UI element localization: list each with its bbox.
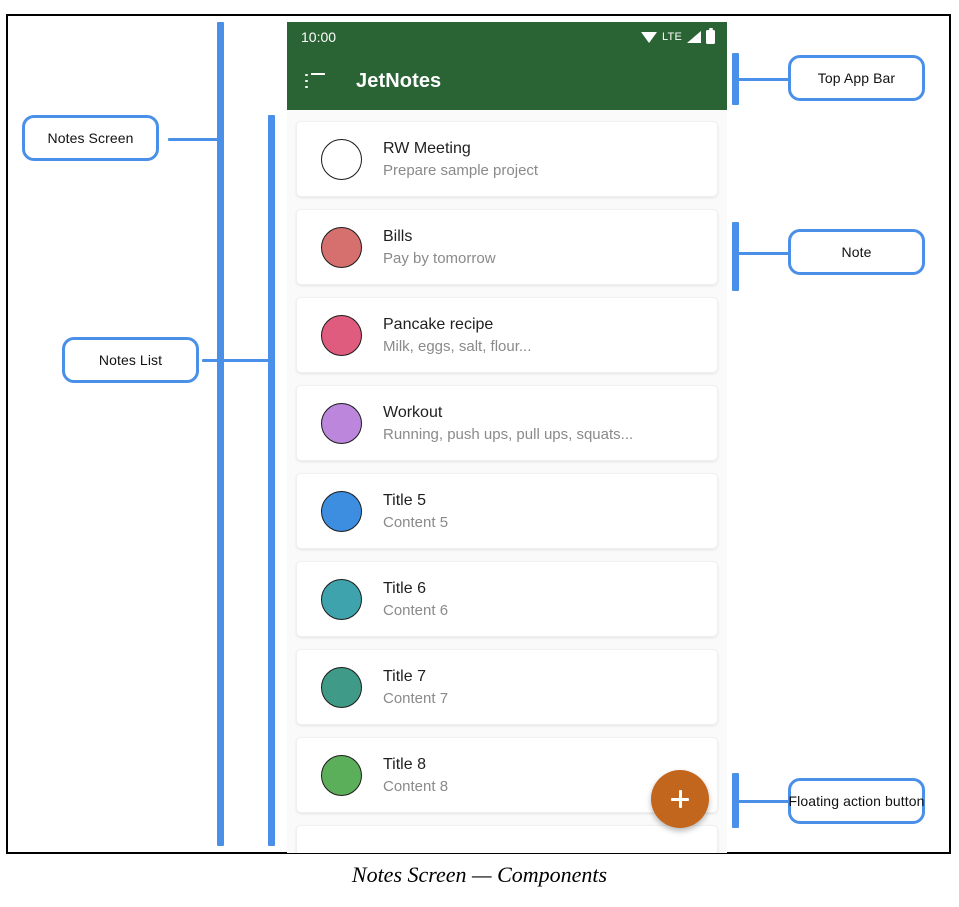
note-content: Prepare sample project: [383, 161, 539, 179]
note-text: RW Meeting Prepare sample project: [383, 138, 538, 181]
wifi-icon: [641, 31, 658, 43]
note-color-dot: [321, 314, 362, 356]
network-type-label: LTE: [662, 31, 682, 43]
note-color-dot: [321, 754, 362, 796]
note-card-partial[interactable]: [296, 825, 718, 853]
list-icon[interactable]: [305, 73, 325, 89]
notes-screen-bracket-bar: [217, 22, 224, 846]
note-text: Pancake recipe Milk, eggs, salt, flour..…: [383, 314, 531, 357]
note-title: Title 7: [383, 667, 426, 685]
phone-screen: 10:00 LTE JetNotes RW Meeting Prepare sa…: [287, 22, 727, 853]
signal-icon: [687, 31, 701, 43]
status-bar: 10:00 LTE: [287, 22, 727, 52]
callout-floating-action-button-label: Floating action button: [788, 793, 925, 809]
note-card[interactable]: Workout Running, push ups, pull ups, squ…: [296, 385, 718, 461]
callout-floating-action-button[interactable]: Floating action button: [788, 778, 925, 824]
notes-screen-leader-line: [168, 138, 220, 141]
top-app-bar: JetNotes: [287, 52, 727, 110]
note-color-dot: [321, 666, 362, 708]
note-content: Pay by tomorrow: [383, 249, 496, 267]
note-content: Content 5: [383, 513, 449, 531]
notes-list-leader-line: [202, 359, 274, 362]
note-card[interactable]: Pancake recipe Milk, eggs, salt, flour..…: [296, 297, 718, 373]
note-title: Pancake recipe: [383, 315, 494, 333]
note-card[interactable]: Title 6 Content 6: [296, 561, 718, 637]
note-leader-line: [738, 252, 790, 255]
note-color-dot: [321, 226, 362, 268]
fab-leader-line: [738, 800, 790, 803]
note-color-dot: [321, 490, 362, 532]
callout-note[interactable]: Note: [788, 229, 925, 275]
note-card[interactable]: Title 5 Content 5: [296, 473, 718, 549]
callout-notes-screen-label: Notes Screen: [47, 130, 134, 146]
note-text: Bills Pay by tomorrow: [383, 226, 496, 269]
note-color-dot: [321, 402, 362, 444]
note-content: Milk, eggs, salt, flour...: [383, 337, 532, 355]
note-color-dot: [321, 578, 362, 620]
note-title: Bills: [383, 227, 413, 245]
note-card[interactable]: Bills Pay by tomorrow: [296, 209, 718, 285]
floating-action-button[interactable]: [651, 770, 709, 828]
callout-notes-list[interactable]: Notes List: [62, 337, 199, 383]
top-app-bar-leader-line: [738, 78, 790, 81]
notes-list-bracket-bar: [268, 115, 275, 846]
note-content: Content 7: [383, 689, 449, 707]
callout-notes-screen[interactable]: Notes Screen: [22, 115, 159, 161]
note-color-dot: [321, 138, 362, 180]
note-card[interactable]: RW Meeting Prepare sample project: [296, 121, 718, 197]
note-card[interactable]: Title 7 Content 7: [296, 649, 718, 725]
app-title: JetNotes: [356, 69, 442, 92]
note-text: Title 6 Content 6: [383, 578, 448, 621]
status-bar-time: 10:00: [301, 29, 337, 45]
note-title: RW Meeting: [383, 139, 471, 157]
callout-top-app-bar[interactable]: Top App Bar: [788, 55, 925, 101]
note-content: Content 6: [383, 601, 449, 619]
callout-top-app-bar-label: Top App Bar: [817, 70, 896, 86]
battery-icon: [706, 27, 715, 44]
notes-list[interactable]: RW Meeting Prepare sample project Bills …: [287, 110, 727, 853]
note-text: Workout Running, push ups, pull ups, squ…: [383, 402, 633, 445]
figure-caption: Notes Screen — Components: [351, 862, 608, 887]
note-text: Title 7 Content 7: [383, 666, 448, 709]
note-bracket-bar: [732, 222, 739, 291]
plus-icon: [670, 789, 690, 809]
figure-root: Notes Screen Notes List Top App Bar Note…: [0, 0, 959, 907]
note-title: Title 6: [383, 579, 426, 597]
note-content: Running, push ups, pull ups, squats...: [383, 425, 634, 443]
note-title: Title 5: [383, 491, 426, 509]
note-text: Title 8 Content 8: [383, 754, 448, 797]
callout-notes-list-label: Notes List: [98, 352, 163, 368]
note-text: Title 5 Content 5: [383, 490, 448, 533]
note-title: Workout: [383, 403, 443, 421]
callout-note-label: Note: [841, 244, 872, 260]
status-bar-indicators: LTE: [641, 27, 715, 44]
note-content: Content 8: [383, 777, 449, 795]
note-title: Title 8: [383, 755, 426, 773]
